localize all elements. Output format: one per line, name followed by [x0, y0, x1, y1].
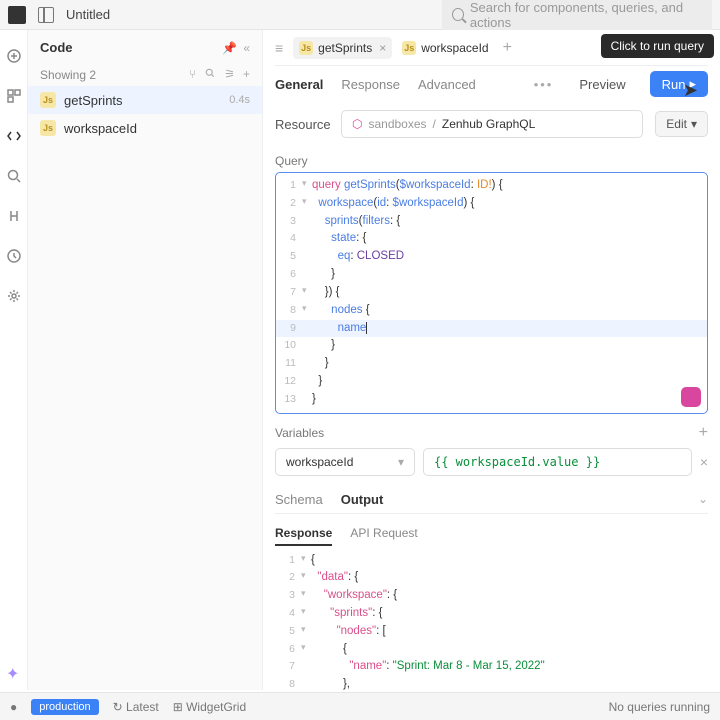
schema-tab[interactable]: Schema	[275, 486, 323, 513]
subtab-general[interactable]: General	[275, 77, 323, 92]
query-item-workspaceid[interactable]: Js workspaceId	[28, 114, 262, 142]
response-rtab[interactable]: Response	[275, 522, 332, 546]
run-tooltip: Click to run query	[601, 34, 714, 58]
query-section-label: Query	[275, 154, 708, 168]
env-indicator: ●	[10, 700, 17, 714]
add-tab-icon[interactable]: +	[503, 39, 512, 57]
tab-badge: Js	[402, 41, 416, 55]
showing-count: Showing 2	[40, 68, 96, 82]
query-name: getSprints	[64, 93, 123, 108]
preview-button[interactable]: Preview	[579, 77, 625, 92]
tab-workspaceid[interactable]: Js workspaceId	[396, 37, 494, 59]
run-button[interactable]: Run ▸	[650, 71, 708, 97]
search-icon	[452, 8, 464, 21]
tab-label: getSprints	[318, 41, 372, 55]
variables-label: Variables	[275, 426, 324, 440]
resource-select[interactable]: ⬡ sandboxes / Zenhub GraphQL	[341, 110, 643, 138]
app-logo	[8, 6, 26, 24]
tab-label: workspaceId	[421, 41, 488, 55]
query-name: workspaceId	[64, 121, 137, 136]
output-tab[interactable]: Output	[341, 486, 384, 513]
add-variable-icon[interactable]: +	[699, 424, 708, 442]
subtab-advanced[interactable]: Advanced	[418, 77, 476, 92]
collapse-output-icon[interactable]: ⌄	[698, 492, 708, 506]
status-queries: No queries running	[609, 700, 710, 714]
remove-variable-icon[interactable]: ×	[700, 454, 708, 470]
tab-menu-icon[interactable]: ≡	[275, 40, 283, 56]
variable-name: workspaceId	[286, 455, 353, 469]
query-item-getsprints[interactable]: Js getSprints 0.4s	[28, 86, 262, 114]
code-panel-label: Code	[40, 40, 73, 55]
edit-label: Edit	[666, 117, 687, 131]
status-widget[interactable]: ⊞ WidgetGrid	[173, 700, 246, 714]
chevron-down-icon: ▾	[398, 455, 404, 469]
chevron-down-icon: ▾	[691, 117, 697, 131]
code-icon[interactable]	[6, 128, 22, 144]
ai-assist-icon[interactable]	[681, 387, 701, 407]
filter-search-icon[interactable]	[204, 67, 216, 82]
subtab-response[interactable]: Response	[341, 77, 400, 92]
resource-path1: sandboxes	[368, 117, 426, 131]
edit-resource-button[interactable]: Edit ▾	[655, 111, 708, 137]
tab-badge: Js	[299, 41, 313, 55]
resource-label: Resource	[275, 117, 329, 132]
clock-icon[interactable]	[6, 248, 22, 264]
ai-sparkle-icon[interactable]: ✦	[6, 664, 19, 684]
api-request-rtab[interactable]: API Request	[350, 522, 417, 546]
query-badge: Js	[40, 120, 56, 136]
page-title: Untitled	[66, 7, 110, 22]
pin-icon[interactable]: 📌	[222, 41, 237, 55]
query-time: 0.4s	[229, 94, 250, 106]
env-pill[interactable]: production	[31, 699, 98, 715]
resource-path2: Zenhub GraphQL	[442, 117, 535, 131]
search-placeholder: Search for components, queries, and acti…	[470, 0, 702, 30]
run-label: Run	[662, 77, 686, 92]
filter-icon[interactable]: ⚞	[224, 67, 235, 82]
search-nav-icon[interactable]	[6, 168, 22, 184]
status-latest[interactable]: ↻ Latest	[113, 700, 159, 714]
add-query-icon[interactable]: +	[243, 67, 250, 82]
query-editor[interactable]: 1▾query getSprints($workspaceId: ID!) {2…	[275, 172, 708, 414]
tab-getsprints[interactable]: Js getSprints ×	[293, 37, 392, 59]
components-icon[interactable]	[6, 88, 22, 104]
json-output: 1▾{2▾ "data": {3▾ "workspace": {4▾ "spri…	[275, 552, 708, 690]
settings-icon[interactable]	[6, 288, 22, 304]
branch-icon[interactable]: ⑂	[189, 67, 196, 82]
close-tab-icon[interactable]: ×	[379, 41, 386, 55]
state-icon[interactable]	[6, 208, 22, 224]
collapse-icon[interactable]: «	[243, 41, 250, 55]
more-icon[interactable]: •••	[534, 77, 554, 92]
panel-toggle-icon[interactable]	[38, 7, 54, 23]
query-badge: Js	[40, 92, 56, 108]
add-icon[interactable]	[6, 48, 22, 64]
variable-name-select[interactable]: workspaceId ▾	[275, 448, 415, 476]
variable-value-input[interactable]: {{ workspaceId.value }}	[423, 448, 692, 476]
